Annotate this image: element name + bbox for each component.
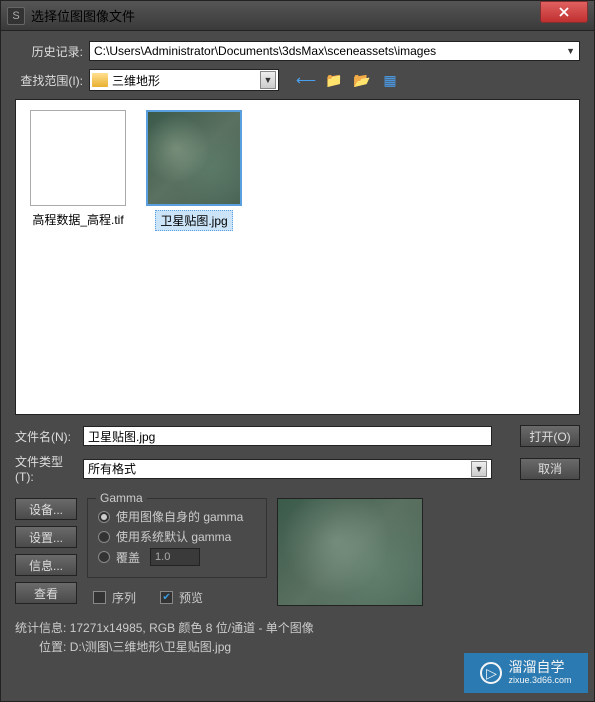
stats-info-label: 统计信息: bbox=[15, 621, 66, 635]
file-item[interactable]: 卫星贴图.jpg bbox=[142, 110, 246, 404]
cancel-button[interactable]: 取消 bbox=[520, 458, 580, 480]
gamma-override-radio[interactable]: 覆盖 1.0 bbox=[98, 548, 256, 566]
file-list[interactable]: 高程数据_高程.tif 卫星贴图.jpg bbox=[15, 99, 580, 415]
lookin-label: 查找范围(I): bbox=[15, 72, 83, 89]
open-button[interactable]: 打开(O) bbox=[520, 425, 580, 447]
history-value: C:\Users\Administrator\Documents\3dsMax\… bbox=[94, 44, 566, 58]
lookin-row: 查找范围(I): 三维地形 ▼ ⟵ 📁 📂 ▦ bbox=[15, 69, 580, 91]
radio-icon bbox=[98, 531, 110, 543]
dialog-body: 历史记录: C:\Users\Administrator\Documents\3… bbox=[1, 31, 594, 667]
filetype-label: 文件类型(T): bbox=[15, 453, 77, 484]
titlebar: S 选择位图图像文件 bbox=[1, 1, 594, 31]
check-row: 序列 预览 bbox=[93, 586, 267, 609]
sequence-checkbox[interactable]: 序列 bbox=[93, 589, 136, 606]
gamma-own-radio[interactable]: 使用图像自身的 gamma bbox=[98, 508, 256, 525]
view-button[interactable]: 查看 bbox=[15, 582, 77, 604]
checkbox-icon bbox=[160, 591, 173, 604]
lookin-folder: 三维地形 bbox=[112, 72, 260, 89]
folder-icon bbox=[92, 73, 108, 87]
up-folder-icon[interactable]: 📁 bbox=[325, 71, 343, 89]
preview-image bbox=[277, 498, 423, 606]
stats-info-value: 17271x14985, RGB 颜色 8 位/通道 - 单个图像 bbox=[70, 621, 314, 635]
chevron-down-icon: ▼ bbox=[260, 71, 276, 89]
app-icon: S bbox=[7, 7, 25, 25]
play-icon: ▷ bbox=[480, 662, 502, 684]
history-row: 历史记录: C:\Users\Administrator\Documents\3… bbox=[15, 41, 580, 61]
lookin-combo[interactable]: 三维地形 ▼ bbox=[89, 69, 279, 91]
gamma-group: Gamma 使用图像自身的 gamma 使用系统默认 gamma 覆盖 1.0 bbox=[87, 498, 267, 578]
file-name: 卫星贴图.jpg bbox=[155, 210, 232, 231]
history-label: 历史记录: bbox=[15, 43, 83, 60]
setup-button[interactable]: 设置... bbox=[15, 526, 77, 548]
file-name: 高程数据_高程.tif bbox=[28, 210, 127, 229]
chevron-down-icon: ▼ bbox=[471, 461, 487, 477]
device-button[interactable]: 设备... bbox=[15, 498, 77, 520]
filetype-row: 文件类型(T): 所有格式 ▼ 取消 bbox=[15, 453, 580, 484]
stats-loc-value: D:\测图\三维地形\卫星贴图.jpg bbox=[70, 640, 231, 654]
thumbnail bbox=[146, 110, 242, 206]
new-folder-icon[interactable]: 📂 bbox=[353, 71, 371, 89]
nav-toolbar: ⟵ 📁 📂 ▦ bbox=[297, 71, 399, 89]
radio-icon bbox=[98, 551, 110, 563]
watermark: ▷ 溜溜自学 zixue.3d66.com bbox=[464, 653, 588, 693]
watermark-sub: zixue.3d66.com bbox=[508, 676, 571, 686]
back-icon[interactable]: ⟵ bbox=[297, 71, 315, 89]
left-button-column: 设备... 设置... 信息... 查看 bbox=[15, 498, 77, 609]
dialog-window: S 选择位图图像文件 历史记录: C:\Users\Administrator\… bbox=[0, 0, 595, 702]
gamma-sys-radio[interactable]: 使用系统默认 gamma bbox=[98, 528, 256, 545]
file-item[interactable]: 高程数据_高程.tif bbox=[26, 110, 130, 404]
watermark-main: 溜溜自学 bbox=[508, 660, 571, 675]
filename-row: 文件名(N): 卫星贴图.jpg 打开(O) bbox=[15, 425, 580, 447]
stats-loc-label: 位置: bbox=[39, 640, 66, 654]
filetype-combo[interactable]: 所有格式 ▼ bbox=[83, 459, 492, 479]
thumbnail bbox=[30, 110, 126, 206]
gamma-legend: Gamma bbox=[96, 491, 147, 505]
window-title: 选择位图图像文件 bbox=[31, 6, 540, 25]
history-combo[interactable]: C:\Users\Administrator\Documents\3dsMax\… bbox=[89, 41, 580, 61]
radio-icon bbox=[98, 511, 110, 523]
close-button[interactable] bbox=[540, 1, 588, 23]
filename-input[interactable]: 卫星贴图.jpg bbox=[83, 426, 492, 446]
checkbox-icon bbox=[93, 591, 106, 604]
preview-checkbox[interactable]: 预览 bbox=[160, 589, 203, 606]
info-button[interactable]: 信息... bbox=[15, 554, 77, 576]
gamma-spinner[interactable]: 1.0 bbox=[150, 548, 200, 566]
filename-label: 文件名(N): bbox=[15, 428, 77, 445]
view-menu-icon[interactable]: ▦ bbox=[381, 71, 399, 89]
stats-area: 统计信息: 17271x14985, RGB 颜色 8 位/通道 - 单个图像 … bbox=[15, 619, 580, 657]
filetype-value: 所有格式 bbox=[88, 460, 471, 477]
bottom-area: 设备... 设置... 信息... 查看 Gamma 使用图像自身的 gamma… bbox=[15, 498, 580, 609]
